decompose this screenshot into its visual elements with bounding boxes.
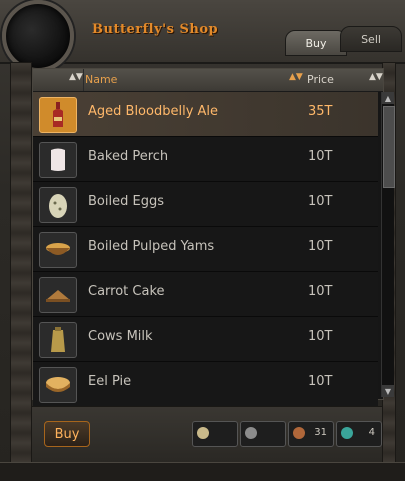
list-item[interactable]: Boiled Eggs 10T xyxy=(33,182,378,227)
list-item[interactable]: Carrot Cake 10T xyxy=(33,272,378,317)
name-column-header[interactable]: Name xyxy=(85,73,117,86)
item-list-panel: ▲▼ Name ▲▼ Price ▲▼ Aged Bloodbelly Ale … xyxy=(32,68,395,407)
item-name: Eel Pie xyxy=(88,374,132,389)
currency-slot-silver xyxy=(240,421,286,447)
egg-icon xyxy=(39,187,77,223)
tab-buy[interactable]: Buy xyxy=(285,30,347,56)
silver-coin-icon xyxy=(245,427,257,439)
list-item[interactable]: Eel Pie 10T xyxy=(33,362,378,407)
buy-button[interactable]: Buy xyxy=(44,421,90,447)
scrollbar-thumb[interactable] xyxy=(383,106,395,188)
gem-icon xyxy=(341,427,353,439)
copper-coin-icon xyxy=(293,427,305,439)
shop-header: Butterfly's Shop Buy Sell xyxy=(0,0,405,72)
fish-fillet-icon xyxy=(39,142,77,178)
item-price: 35T xyxy=(308,104,333,119)
list-item[interactable]: Cows Milk 10T xyxy=(33,317,378,362)
frame-border-left xyxy=(10,62,32,464)
tab-sell[interactable]: Sell xyxy=(340,26,402,52)
item-price: 10T xyxy=(308,284,333,299)
sort-icon: ▲▼ xyxy=(69,72,83,82)
wine-bottle-icon xyxy=(39,97,77,133)
table-header: ▲▼ Name ▲▼ Price ▲▼ xyxy=(33,69,383,92)
item-name: Baked Perch xyxy=(88,149,169,164)
item-list: Aged Bloodbelly Ale 35T Baked Perch 10T … xyxy=(33,92,378,407)
item-name: Carrot Cake xyxy=(88,284,165,299)
currency-slot-gold xyxy=(192,421,238,447)
currency-value: 4 xyxy=(368,427,375,438)
item-name: Cows Milk xyxy=(88,329,153,344)
price-column-header[interactable]: Price xyxy=(307,73,334,86)
item-name: Aged Bloodbelly Ale xyxy=(88,104,219,119)
milk-jug-icon xyxy=(39,322,77,358)
shop-title: Butterfly's Shop xyxy=(92,22,219,37)
bowl-icon xyxy=(39,232,77,268)
item-name: Boiled Pulped Yams xyxy=(88,239,215,254)
item-price: 10T xyxy=(308,239,333,254)
scroll-up-icon[interactable]: ▲ xyxy=(382,92,394,104)
currency-slot-gem: 4 xyxy=(336,421,382,447)
shop-footer: Buy 31 4 xyxy=(32,406,382,463)
currency-slot-copper: 31 xyxy=(288,421,334,447)
item-price: 10T xyxy=(308,374,333,389)
window-bottom-edge xyxy=(0,462,405,481)
list-item[interactable]: Aged Bloodbelly Ale 35T xyxy=(33,92,378,137)
gold-coin-icon xyxy=(197,427,209,439)
item-price: 10T xyxy=(308,329,333,344)
item-name: Boiled Eggs xyxy=(88,194,164,209)
cake-icon xyxy=(39,277,77,313)
pie-icon xyxy=(39,367,77,403)
list-item[interactable]: Boiled Pulped Yams 10T xyxy=(33,227,378,272)
sort-icon: ▲▼ xyxy=(289,72,303,82)
item-price: 10T xyxy=(308,149,333,164)
scroll-down-icon[interactable]: ▼ xyxy=(382,385,394,397)
item-price: 10T xyxy=(308,194,333,209)
sort-icon: ▲▼ xyxy=(369,72,383,82)
list-item[interactable]: Baked Perch 10T xyxy=(33,137,378,182)
icon-column-header[interactable]: ▲▼ xyxy=(33,69,84,91)
list-scrollbar[interactable]: ▲ ▼ xyxy=(381,92,395,397)
currency-value: 31 xyxy=(314,427,327,438)
